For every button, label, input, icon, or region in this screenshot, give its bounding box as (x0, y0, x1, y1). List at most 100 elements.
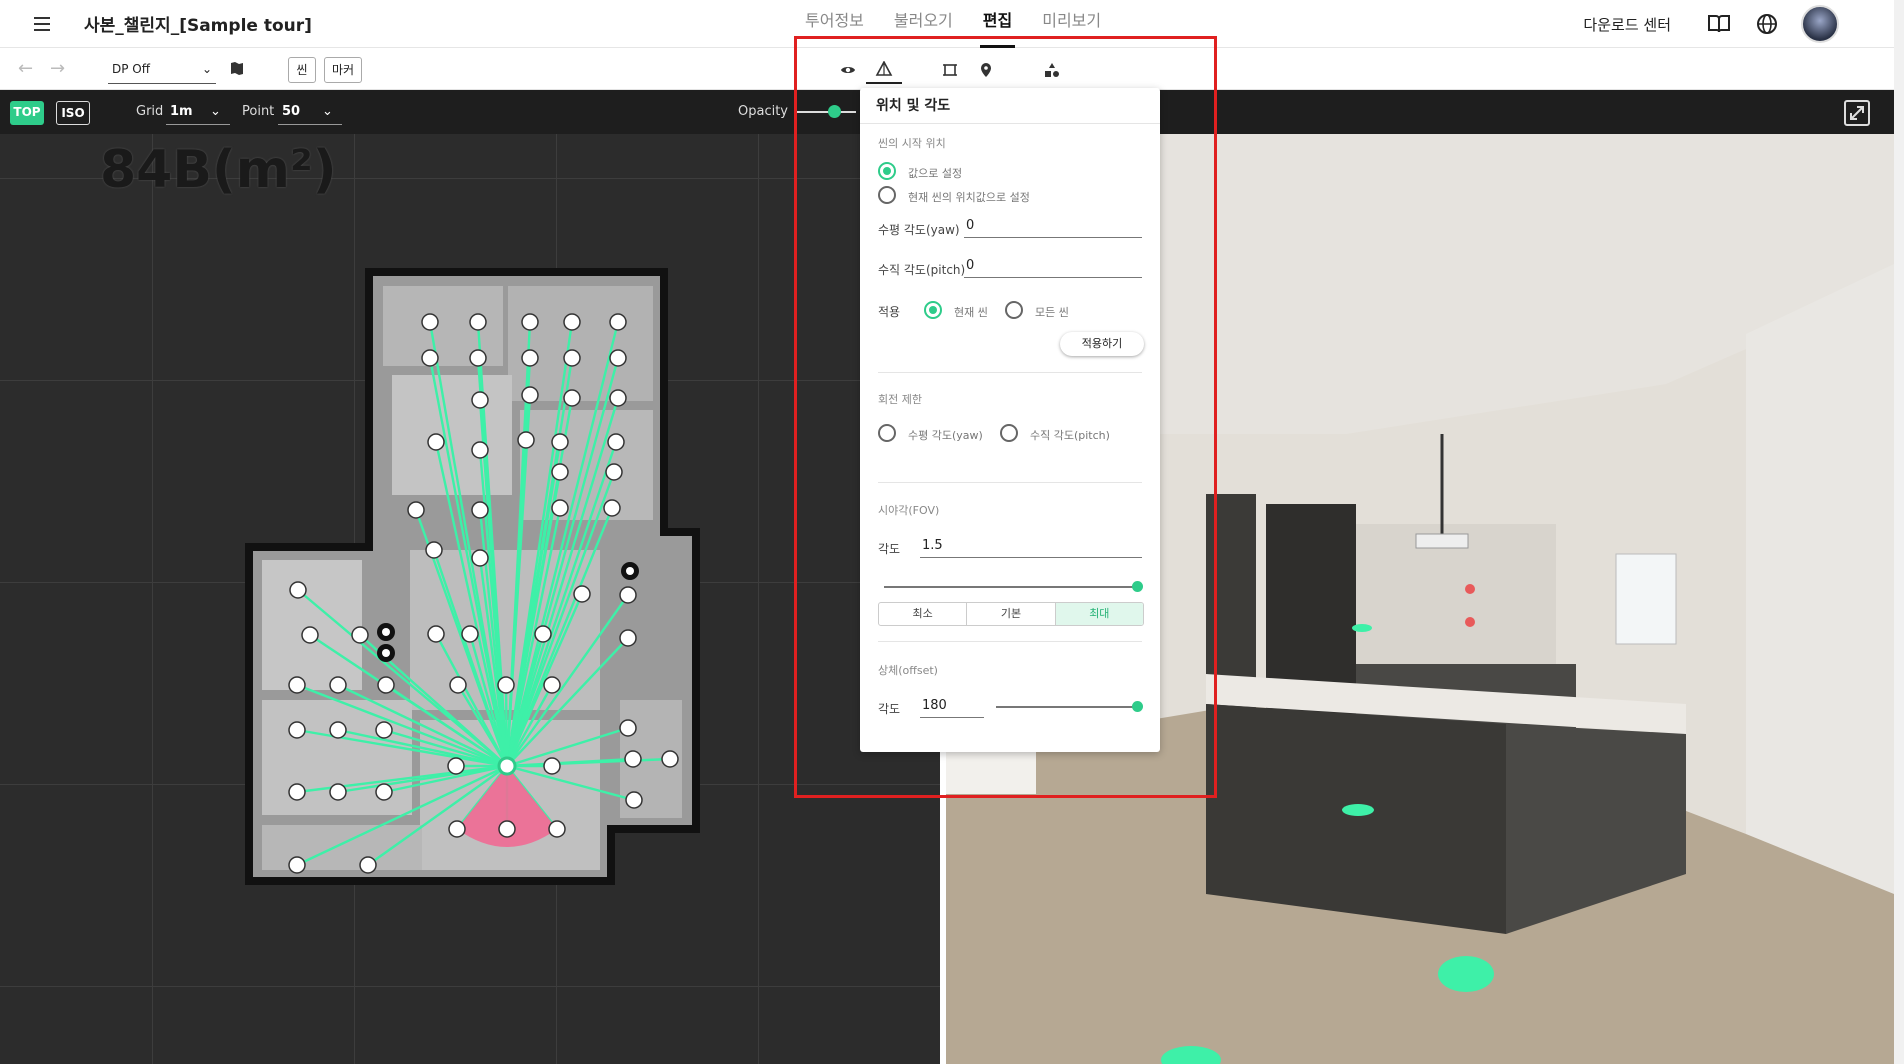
hotspot-node[interactable] (471, 441, 489, 459)
hotspot-node[interactable] (427, 625, 445, 643)
hotspot-node[interactable] (449, 676, 467, 694)
pitch-input[interactable]: 0 (964, 256, 1142, 278)
hotspot-node[interactable] (329, 783, 347, 801)
hotspot-node[interactable] (469, 349, 487, 367)
hotspot-node[interactable] (377, 676, 395, 694)
hotspot-node[interactable] (619, 629, 637, 647)
current-scene-marker[interactable] (497, 756, 517, 776)
eye-icon[interactable] (830, 56, 866, 84)
user-avatar[interactable] (1801, 5, 1839, 43)
point-chevron-icon[interactable]: ⌄ (322, 104, 333, 119)
hotspot-node[interactable] (563, 389, 581, 407)
apply-button[interactable]: 적용하기 (1060, 332, 1144, 356)
fov-angle-input[interactable]: 1.5 (920, 536, 1142, 558)
apply-current-scene-radio[interactable] (924, 301, 942, 319)
hotspot-node[interactable] (461, 625, 479, 643)
globe-icon[interactable] (1753, 10, 1781, 38)
panorama-marker[interactable] (1465, 617, 1475, 627)
tab-edit[interactable]: 편집 (968, 0, 1027, 48)
hotspot-node[interactable] (407, 501, 425, 519)
grid-select-value[interactable]: 1m (170, 104, 193, 119)
hotspot-node[interactable] (471, 391, 489, 409)
tab-preview[interactable]: 미리보기 (1027, 0, 1116, 48)
hotspot-node[interactable] (425, 541, 443, 559)
hotspot-node[interactable] (421, 349, 439, 367)
point-select-value[interactable]: 50 (282, 104, 300, 119)
location-pin-icon[interactable] (968, 56, 1004, 84)
opacity-slider-track[interactable] (796, 111, 856, 113)
book-icon[interactable] (1705, 10, 1733, 38)
shapes-icon[interactable] (1034, 56, 1070, 84)
hotspot-node[interactable] (543, 757, 561, 775)
hotspot-node[interactable] (551, 463, 569, 481)
limit-yaw-radio[interactable] (878, 424, 896, 442)
hotspot-node[interactable] (498, 820, 516, 838)
panorama-hotspot[interactable] (1342, 804, 1374, 816)
hotspot-node[interactable] (563, 313, 581, 331)
hotspot-node[interactable] (605, 463, 623, 481)
undo-arrow-icon[interactable]: ← (18, 58, 33, 79)
grid-chevron-icon[interactable]: ⌄ (210, 104, 221, 119)
offset-slider-knob[interactable] (1132, 701, 1143, 712)
floorplan-canvas[interactable]: 84B(m²) (0, 90, 940, 1064)
panorama-marker[interactable] (1465, 584, 1475, 594)
window-scrollbar[interactable] (1894, 0, 1904, 1064)
map-icon[interactable] (230, 61, 244, 75)
hotspot-node[interactable] (421, 313, 439, 331)
hotspot-node[interactable] (469, 313, 487, 331)
redo-arrow-icon[interactable]: → (50, 58, 65, 79)
apply-all-scenes-radio[interactable] (1005, 301, 1023, 319)
hotspot-node[interactable] (624, 750, 642, 768)
offset-angle-input[interactable]: 180 (920, 696, 984, 718)
hotspot-node[interactable] (619, 586, 637, 604)
hotspot-node[interactable] (448, 820, 466, 838)
scene-button[interactable]: 씬 (288, 57, 316, 83)
hamburger-menu-icon[interactable] (28, 10, 56, 38)
iso-view-button[interactable]: ISO (56, 101, 90, 125)
fov-preset-min[interactable]: 최소 (879, 603, 968, 625)
hotspot-node[interactable] (609, 389, 627, 407)
position-angle-icon[interactable] (866, 56, 902, 84)
hotspot-node[interactable] (288, 783, 306, 801)
hotspot-node[interactable] (573, 585, 591, 603)
marker-button[interactable]: 마커 (324, 57, 362, 83)
panorama-hotspot[interactable] (1438, 956, 1494, 992)
hotspot-node[interactable] (534, 625, 552, 643)
crop-icon[interactable] (932, 56, 968, 84)
hotspot-node[interactable] (609, 313, 627, 331)
opacity-slider-knob[interactable] (828, 105, 841, 118)
hotspot-node[interactable] (351, 626, 369, 644)
tab-tour-info[interactable]: 투어정보 (790, 0, 879, 48)
download-center-link[interactable]: 다운로드 센터 (1583, 14, 1671, 35)
hotspot-node[interactable] (551, 433, 569, 451)
fullscreen-expand-icon[interactable] (1844, 100, 1870, 126)
dp-select[interactable]: DP Off ⌄ (108, 56, 216, 84)
hotspot-node[interactable] (497, 676, 515, 694)
fov-preset-max[interactable]: 최대 (1055, 603, 1143, 625)
limit-pitch-radio[interactable] (1000, 424, 1018, 442)
hotspot-node[interactable] (517, 431, 535, 449)
panorama-hotspot[interactable] (1352, 624, 1372, 632)
hotspot-node[interactable] (359, 856, 377, 874)
tab-import[interactable]: 불러오기 (879, 0, 968, 48)
top-view-button[interactable]: TOP (10, 101, 44, 125)
start-by-current-radio[interactable] (878, 186, 896, 204)
hotspot-node[interactable] (521, 386, 539, 404)
hotspot-node[interactable] (625, 791, 643, 809)
floorplan-svg[interactable] (0, 90, 940, 1064)
hotspot-node[interactable] (603, 499, 621, 517)
hotspot-node[interactable] (427, 433, 445, 451)
hotspot-node[interactable] (288, 856, 306, 874)
hotspot-node[interactable] (301, 626, 319, 644)
hotspot-node[interactable] (471, 501, 489, 519)
hotspot-node[interactable] (607, 433, 625, 451)
hotspot-node[interactable] (471, 549, 489, 567)
hotspot-node[interactable] (543, 676, 561, 694)
hotspot-node[interactable] (521, 349, 539, 367)
offset-slider-track[interactable] (996, 706, 1138, 708)
hotspot-node[interactable] (551, 499, 569, 517)
hotspot-node[interactable] (288, 721, 306, 739)
hotspot-node[interactable] (289, 581, 307, 599)
hotspot-node[interactable] (563, 349, 581, 367)
hotspot-node[interactable] (447, 757, 465, 775)
